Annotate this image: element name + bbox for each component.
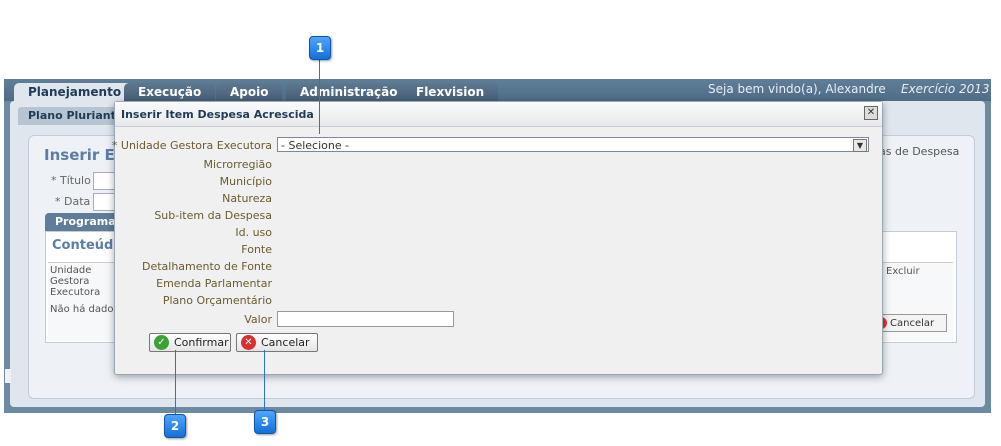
callout-1-line: [319, 58, 320, 134]
chevron-down-icon[interactable]: ▼: [853, 139, 867, 152]
callout-3-line: [264, 350, 265, 412]
plano-label: Plano Orçamentário: [162, 294, 272, 307]
background-cancel-label: Cancelar: [890, 318, 935, 329]
callout-1: 1: [309, 36, 331, 60]
tab-planejamento[interactable]: Planejamento: [14, 83, 136, 101]
cancel-label: Cancelar: [261, 336, 310, 349]
cancel-button[interactable]: ✕ Cancelar: [236, 333, 318, 352]
close-icon[interactable]: ✕: [864, 106, 878, 120]
tab-execucao[interactable]: Execução: [124, 83, 216, 101]
callout-2-line: [175, 350, 176, 416]
valor-input[interactable]: [277, 311, 454, 327]
tab-administracao[interactable]: Administração: [286, 83, 412, 101]
unidade-select[interactable]: - Selecione - ▼: [277, 137, 869, 152]
conteudo-title: Conteúdo: [52, 238, 123, 253]
valor-label: Valor: [244, 313, 272, 326]
municipio-label: Município: [219, 175, 272, 188]
microrregiao-label: Microrregião: [203, 158, 273, 171]
subitem-label: Sub-item da Despesa: [154, 209, 272, 222]
subtab-plano[interactable]: Plano Pluriant: [18, 107, 126, 125]
dialog-header: Inserir Item Despesa Acrescida ✕: [115, 102, 882, 127]
detalhamento-label: Detalhamento de Fonte: [141, 260, 272, 273]
data-label: * Data: [55, 195, 91, 208]
main-tabbar: Planejamento Execução Apoio Administraçã…: [4, 79, 991, 101]
col-unidade: Unidade Gestora Executora: [50, 265, 101, 298]
confirm-button[interactable]: ✓ Confirmar: [149, 333, 231, 352]
collapse-arrow-icon[interactable]: [5, 369, 11, 383]
callout-2: 2: [164, 414, 186, 438]
exercicio-text: Exercício 2013: [901, 82, 990, 96]
natureza-label: Natureza: [222, 192, 272, 205]
check-icon: ✓: [154, 335, 169, 350]
callout-3: 3: [254, 410, 276, 434]
despesa-text: as de Despesa: [879, 145, 960, 158]
emenda-label: Emenda Parlamentar: [156, 277, 272, 290]
unidade-select-value: - Selecione -: [281, 139, 350, 152]
excluir-header: Excluir: [886, 266, 920, 277]
tab-flexvision[interactable]: Flexvision: [402, 83, 499, 101]
confirm-label: Confirmar: [174, 336, 229, 349]
fonte-label: Fonte: [241, 243, 272, 256]
iduso-label: Id. uso: [235, 226, 272, 239]
no-data-text: Não há dados: [50, 304, 119, 315]
close-circle-icon: ✕: [241, 335, 256, 350]
titulo-label: * Título: [51, 174, 91, 187]
required-marker: *: [111, 139, 118, 152]
tab-apoio[interactable]: Apoio: [216, 83, 283, 101]
insert-item-dialog: Inserir Item Despesa Acrescida ✕ * Unida…: [112, 101, 883, 375]
unidade-label: * Unidade Gestora Executora: [112, 139, 272, 152]
welcome-text: Seja bem vindo(a), Alexandre: [708, 82, 886, 96]
unidade-label-text: Unidade Gestora Executora: [120, 139, 272, 152]
dialog-title: Inserir Item Despesa Acrescida: [121, 108, 314, 121]
